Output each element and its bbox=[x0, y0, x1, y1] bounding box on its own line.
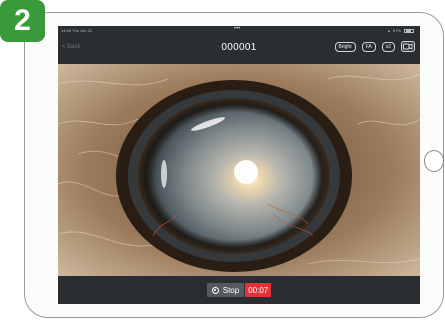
fa-button[interactable]: FA bbox=[361, 41, 376, 52]
nav-bar: < Back 000001 Bright FA x2 bbox=[58, 36, 420, 64]
status-dots: ••• bbox=[234, 26, 241, 32]
stop-button[interactable]: Stop bbox=[206, 283, 245, 297]
status-time-date: 14:52 Thu Jun 22 bbox=[61, 28, 93, 33]
step-badge: 2 bbox=[0, 0, 45, 42]
recording-controls: Stop 00:07 bbox=[58, 276, 420, 304]
home-button[interactable] bbox=[424, 150, 444, 172]
battery-percent: 67% bbox=[392, 28, 401, 33]
status-bar: 14:52 Thu Jun 22 ••• ▴ 67% bbox=[58, 26, 420, 36]
status-right: ▴ 67% bbox=[388, 28, 414, 33]
bright-button[interactable]: Bright bbox=[334, 41, 356, 52]
battery-icon bbox=[404, 28, 414, 33]
recording-timer: 00:07 bbox=[245, 283, 272, 297]
stop-label: Stop bbox=[222, 285, 240, 295]
toolbar: Bright FA x2 bbox=[334, 41, 415, 52]
app-screen: 14:52 Thu Jun 22 ••• ▴ 67% < Back 000001… bbox=[58, 26, 420, 304]
zoom-x2-button[interactable]: x2 bbox=[381, 41, 395, 52]
eye-image bbox=[58, 64, 420, 276]
video-camera-icon[interactable] bbox=[401, 41, 415, 52]
step-number: 2 bbox=[14, 4, 31, 37]
wifi-icon: ▴ bbox=[387, 28, 390, 33]
record-icon bbox=[211, 286, 219, 294]
live-video-feed bbox=[58, 64, 420, 276]
